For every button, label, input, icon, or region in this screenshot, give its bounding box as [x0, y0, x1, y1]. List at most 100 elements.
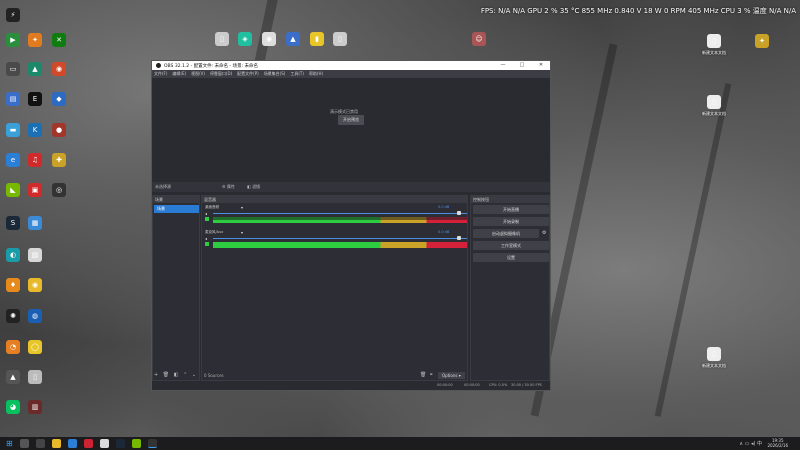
- volume-slider[interactable]: [213, 213, 467, 214]
- xbox-icon[interactable]: ✕: [52, 33, 66, 47]
- link-icon[interactable]: ⚭: [429, 372, 433, 378]
- app-icon[interactable]: ◐: [6, 248, 20, 262]
- app-icon[interactable]: ●: [52, 123, 66, 137]
- menu-docks[interactable]: 停靠窗口(D): [210, 71, 232, 77]
- minimize-button[interactable]: —: [494, 61, 512, 70]
- menu-view[interactable]: 视图(V): [191, 71, 205, 77]
- search-icon[interactable]: [19, 439, 29, 448]
- obs-icon[interactable]: ◎: [52, 183, 66, 197]
- obs-window[interactable]: OBS 32.1.2 - 配置文件: 未命名 - 场景: 未命名 — □ ✕ 文…: [151, 60, 551, 391]
- channel-menu-icon[interactable]: ▾: [241, 205, 243, 210]
- menu-help[interactable]: 帮助(H): [309, 71, 323, 77]
- system-clock[interactable]: 19:35 2026/2/16: [767, 438, 788, 448]
- app-icon[interactable]: ♦: [6, 278, 20, 292]
- app-icon[interactable]: ▣: [28, 183, 42, 197]
- preview-area[interactable]: 演示模式已禁用 开启预览: [152, 78, 550, 181]
- title-bar[interactable]: OBS 32.1.2 - 配置文件: 未命名 - 场景: 未命名 — □ ✕: [152, 61, 550, 70]
- app-icon[interactable]: ▦: [28, 216, 42, 230]
- app-icon[interactable]: ◔: [6, 340, 20, 354]
- obs-taskbar-icon[interactable]: [147, 439, 157, 448]
- app-icon[interactable]: ◈: [238, 32, 252, 46]
- channel-db: 0.0 dB: [438, 205, 450, 209]
- menu-edit[interactable]: 编辑(E): [172, 71, 186, 77]
- app-icon[interactable]: ▲: [28, 62, 42, 76]
- steam-icon[interactable]: [115, 439, 125, 448]
- app-icon[interactable]: ✦: [28, 33, 42, 47]
- down-icon[interactable]: ⌄: [192, 372, 196, 378]
- app-icon[interactable]: ✚: [52, 153, 66, 167]
- maximize-button[interactable]: □: [513, 61, 531, 70]
- channel-menu-icon[interactable]: ▾: [241, 230, 243, 235]
- explorer-icon[interactable]: [51, 439, 61, 448]
- file-icon[interactable]: ▯: [333, 32, 347, 46]
- mic-icon[interactable]: [205, 217, 209, 221]
- computer-icon[interactable]: ▭: [6, 62, 20, 76]
- enable-preview-button[interactable]: 开启预览: [338, 115, 364, 125]
- app-icon[interactable]: ▧: [28, 248, 42, 262]
- k-app-icon[interactable]: K: [28, 123, 42, 137]
- edge-icon[interactable]: [67, 439, 77, 448]
- volume-knob[interactable]: [457, 211, 461, 215]
- studio-mode-button[interactable]: 工作室模式: [473, 241, 549, 250]
- start-virtual-camera-button[interactable]: 启动虚拟摄像机: [473, 229, 539, 238]
- file-icon[interactable]: ▯: [215, 32, 229, 46]
- up-icon[interactable]: ⌃: [183, 372, 187, 378]
- settings-button[interactable]: 设置: [473, 253, 549, 262]
- level-meter: [213, 245, 467, 248]
- properties-button[interactable]: ⚙ 属性: [222, 184, 235, 190]
- app-icon[interactable]: ◉: [28, 278, 42, 292]
- remove-icon[interactable]: 🗑: [163, 372, 169, 378]
- menu-file[interactable]: 文件(F): [154, 71, 167, 77]
- app-icon[interactable]: ▥: [28, 400, 42, 414]
- app-icon[interactable]: [83, 439, 93, 448]
- scene-item[interactable]: 场景: [154, 205, 199, 213]
- epic-icon[interactable]: E: [28, 92, 42, 106]
- app-icon[interactable]: ▮: [310, 32, 324, 46]
- netease-icon[interactable]: ♫: [28, 153, 42, 167]
- options-button[interactable]: Options ▾: [438, 372, 465, 379]
- folder-icon[interactable]: ▤: [6, 92, 20, 106]
- add-icon[interactable]: +: [154, 372, 158, 378]
- close-button[interactable]: ✕: [532, 61, 550, 70]
- volume-slider[interactable]: [213, 238, 467, 239]
- gear-icon[interactable]: ⚙: [542, 230, 546, 236]
- speaker-icon[interactable]: ◂: [205, 211, 207, 216]
- steam-icon[interactable]: S: [6, 216, 20, 230]
- play-store-icon[interactable]: ▶: [6, 33, 20, 47]
- razer-icon[interactable]: ⚡: [6, 8, 20, 22]
- app-icon[interactable]: ☺: [472, 32, 486, 46]
- volume-knob[interactable]: [457, 236, 461, 240]
- app-icon[interactable]: [99, 439, 109, 448]
- nvidia-icon[interactable]: ◣: [6, 183, 20, 197]
- app-icon[interactable]: ▲: [6, 370, 20, 384]
- start-icon[interactable]: ⊞: [6, 439, 13, 448]
- document-icon[interactable]: ▯: [707, 34, 721, 48]
- nvidia-icon[interactable]: [131, 439, 141, 448]
- file-icon[interactable]: ▯: [28, 370, 42, 384]
- menu-scene-collection[interactable]: 场景集合(S): [264, 71, 286, 77]
- filters-button[interactable]: ◧ 滤镜: [247, 184, 260, 190]
- document-icon[interactable]: ▯: [707, 347, 721, 361]
- app-icon[interactable]: ◆: [52, 92, 66, 106]
- wechat-icon[interactable]: ◕: [6, 400, 20, 414]
- app-icon[interactable]: ◯: [28, 340, 42, 354]
- app-icon[interactable]: ✺: [6, 309, 20, 323]
- tray-icons[interactable]: ∧ ▭ ◂) 中: [739, 440, 762, 447]
- filter-icon[interactable]: ◧: [174, 372, 179, 378]
- menu-tools[interactable]: 工具(T): [290, 71, 304, 77]
- app-icon[interactable]: ✦: [755, 34, 769, 48]
- app-icon[interactable]: ▬: [6, 123, 20, 137]
- start-recording-button[interactable]: 开始录制: [473, 217, 549, 226]
- chrome-icon[interactable]: ◉: [52, 62, 66, 76]
- edge-icon[interactable]: e: [6, 153, 20, 167]
- task-view-icon[interactable]: [35, 439, 45, 448]
- start-streaming-button[interactable]: 开始直播: [473, 205, 549, 214]
- app-icon[interactable]: ▲: [286, 32, 300, 46]
- document-icon[interactable]: ▯: [707, 95, 721, 109]
- speaker-icon[interactable]: ◂: [205, 236, 207, 241]
- trash-icon[interactable]: 🗑: [420, 372, 426, 378]
- mic-icon[interactable]: [205, 242, 209, 246]
- app-icon[interactable]: ◍: [28, 309, 42, 323]
- app-icon[interactable]: ◉: [262, 32, 276, 46]
- menu-profile[interactable]: 配置文件(P): [237, 71, 259, 77]
